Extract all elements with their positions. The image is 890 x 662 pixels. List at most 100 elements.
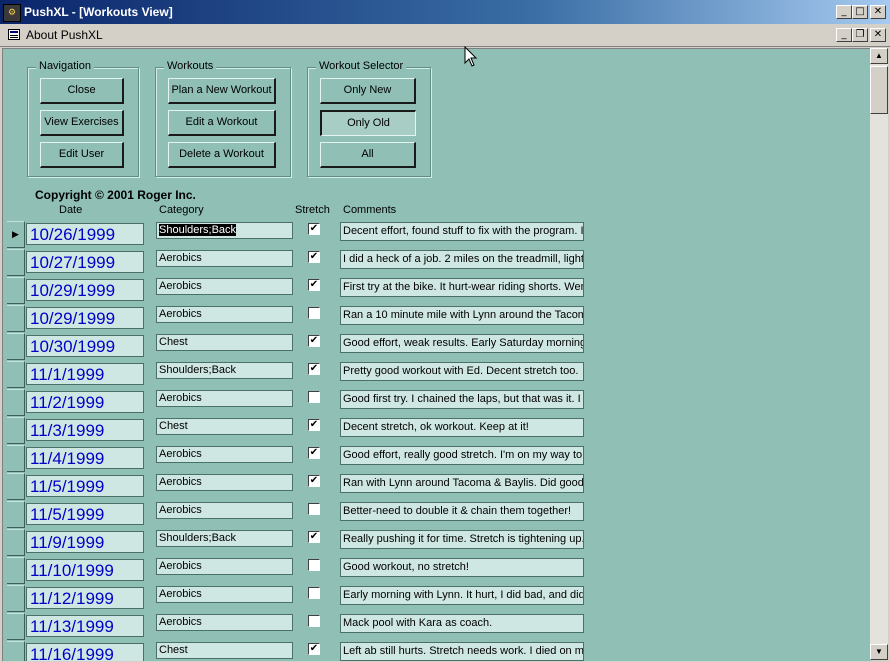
date-field[interactable]: 11/3/1999 (26, 419, 144, 441)
date-field[interactable]: 11/1/1999 (26, 363, 144, 385)
comments-field[interactable]: Left ab still hurts. Stretch needs work.… (340, 642, 584, 661)
date-field[interactable]: 10/27/1999 (26, 251, 144, 273)
child-minimize-button[interactable]: _ (836, 28, 852, 42)
record-row[interactable]: 11/13/1999 Aerobics Mack pool with Kara as… (3, 613, 871, 641)
date-field[interactable]: 10/29/1999 (26, 279, 144, 301)
stretch-checkbox[interactable]: ✔ (308, 531, 320, 543)
record-selector[interactable] (7, 389, 25, 416)
stretch-checkbox[interactable]: ✔ (308, 419, 320, 431)
record-row[interactable]: 11/5/1999 Aerobics ✔ Ran with Lynn around T… (3, 473, 871, 501)
vertical-scrollbar[interactable]: ▲ ▼ (870, 48, 888, 660)
plan-new-workout-button[interactable]: Plan a New Workout (168, 78, 276, 104)
record-selector[interactable] (7, 529, 25, 556)
record-row[interactable]: 11/5/1999 Aerobics Better-need to double i… (3, 501, 871, 529)
date-field[interactable]: 11/4/1999 (26, 447, 144, 469)
comments-field[interactable]: Good effort, really good stretch. I'm on… (340, 446, 584, 465)
comments-field[interactable]: Early morning with Lynn. It hurt, I did … (340, 586, 584, 605)
stretch-checkbox[interactable]: ✔ (308, 475, 320, 487)
date-field[interactable]: 10/30/1999 (26, 335, 144, 357)
edit-workout-button[interactable]: Edit a Workout (168, 110, 276, 136)
date-field[interactable]: 11/10/1999 (26, 559, 144, 581)
date-field[interactable]: 11/5/1999 (26, 475, 144, 497)
record-selector[interactable] (7, 361, 25, 388)
date-field[interactable]: 11/16/1999 (26, 643, 144, 661)
category-field[interactable]: Aerobics (156, 558, 293, 575)
stretch-checkbox[interactable]: ✔ (308, 447, 320, 459)
stretch-checkbox[interactable] (308, 587, 320, 599)
record-selector[interactable] (7, 305, 25, 332)
all-toggle[interactable]: All (320, 142, 416, 168)
stretch-checkbox[interactable] (308, 503, 320, 515)
stretch-checkbox[interactable]: ✔ (308, 279, 320, 291)
record-selector[interactable] (7, 501, 25, 528)
category-field[interactable]: Chest (156, 642, 293, 659)
record-selector[interactable] (7, 445, 25, 472)
close-button[interactable]: Close (40, 78, 124, 104)
record-pointer-icon[interactable]: ▶ (7, 221, 25, 248)
record-row[interactable]: 10/30/1999 Chest ✔ Good effort, weak result… (3, 333, 871, 361)
menu-about[interactable]: About PushXL (26, 28, 103, 42)
category-field[interactable]: Chest (156, 334, 293, 351)
date-field[interactable]: 11/5/1999 (26, 503, 144, 525)
record-selector[interactable] (7, 333, 25, 360)
category-field[interactable]: Aerobics (156, 250, 293, 267)
comments-field[interactable]: Good effort, weak results. Early Saturda… (340, 334, 584, 353)
date-field[interactable]: 11/2/1999 (26, 391, 144, 413)
delete-workout-button[interactable]: Delete a Workout (168, 142, 276, 168)
comments-field[interactable]: I did a heck of a job. 2 miles on the tr… (340, 250, 584, 269)
record-row[interactable]: 11/16/1999 Chest ✔ Left ab still hurts. Str… (3, 641, 871, 661)
edit-user-button[interactable]: Edit User (40, 142, 124, 168)
record-row[interactable]: 10/29/1999 Aerobics ✔ First try at the bike… (3, 277, 871, 305)
category-field[interactable]: Shoulders;Back (156, 530, 293, 547)
record-row[interactable]: 11/12/1999 Aerobics Early morning with Lyn… (3, 585, 871, 613)
comments-field[interactable]: Good first try. I chained the laps, but … (340, 390, 584, 409)
category-field[interactable]: Aerobics (156, 446, 293, 463)
category-field[interactable]: Shoulders;Back (156, 362, 293, 379)
comments-field[interactable]: Better-need to double it & chain them to… (340, 502, 584, 521)
comments-field[interactable]: Decent effort, found stuff to fix with t… (340, 222, 584, 241)
form-icon[interactable] (8, 29, 20, 40)
record-row[interactable]: 11/1/1999 Shoulders;Back ✔ Pretty good work… (3, 361, 871, 389)
stretch-checkbox[interactable] (308, 307, 320, 319)
scroll-thumb[interactable] (870, 66, 888, 114)
category-field[interactable]: Aerobics (156, 502, 293, 519)
category-field[interactable]: Aerobics (156, 586, 293, 603)
date-field[interactable]: 11/9/1999 (26, 531, 144, 553)
stretch-checkbox[interactable]: ✔ (308, 363, 320, 375)
category-field[interactable]: Aerobics (156, 474, 293, 491)
record-selector[interactable] (7, 585, 25, 612)
child-restore-button[interactable]: ❐ (852, 28, 868, 42)
stretch-checkbox[interactable]: ✔ (308, 223, 320, 235)
minimize-button[interactable]: _ (836, 5, 852, 19)
date-field[interactable]: 11/12/1999 (26, 587, 144, 609)
comments-field[interactable]: First try at the bike. It hurt-wear ridi… (340, 278, 584, 297)
stretch-checkbox[interactable] (308, 391, 320, 403)
record-row[interactable]: 11/2/1999 Aerobics Good first try. I chain… (3, 389, 871, 417)
only-old-toggle[interactable]: Only Old (320, 110, 416, 136)
category-field[interactable]: Shoulders;Back (156, 222, 293, 239)
comments-field[interactable]: Pretty good workout with Ed. Decent stre… (340, 362, 584, 381)
stretch-checkbox[interactable]: ✔ (308, 251, 320, 263)
comments-field[interactable]: Mack pool with Kara as coach. (340, 614, 584, 633)
comments-field[interactable]: Decent stretch, ok workout. Keep at it! (340, 418, 584, 437)
record-row[interactable]: 10/29/1999 Aerobics Ran a 10 minute mile w… (3, 305, 871, 333)
only-new-toggle[interactable]: Only New (320, 78, 416, 104)
date-field[interactable]: 10/26/1999 (26, 223, 144, 245)
comments-field[interactable]: Really pushing it for time. Stretch is t… (340, 530, 584, 549)
close-window-button[interactable]: ✕ (870, 5, 886, 19)
record-row[interactable]: 10/27/1999 Aerobics ✔ I did a heck of a job… (3, 249, 871, 277)
record-row[interactable]: 11/10/1999 Aerobics Good workout, no stret… (3, 557, 871, 585)
view-exercises-button[interactable]: View Exercises (40, 110, 124, 136)
comments-field[interactable]: Ran with Lynn around Tacoma & Baylis. Di… (340, 474, 584, 493)
record-row[interactable]: ▶ 10/26/1999 Shoulders;Back ✔ Decent effort,… (3, 221, 871, 249)
stretch-checkbox[interactable]: ✔ (308, 335, 320, 347)
category-field[interactable]: Chest (156, 418, 293, 435)
comments-field[interactable]: Good workout, no stretch! (340, 558, 584, 577)
record-selector[interactable] (7, 417, 25, 444)
record-selector[interactable] (7, 557, 25, 584)
record-selector[interactable] (7, 249, 25, 276)
category-field[interactable]: Aerobics (156, 614, 293, 631)
record-row[interactable]: 11/3/1999 Chest ✔ Decent stretch, ok workou… (3, 417, 871, 445)
maximize-button[interactable]: □ (852, 5, 868, 19)
stretch-checkbox[interactable] (308, 615, 320, 627)
